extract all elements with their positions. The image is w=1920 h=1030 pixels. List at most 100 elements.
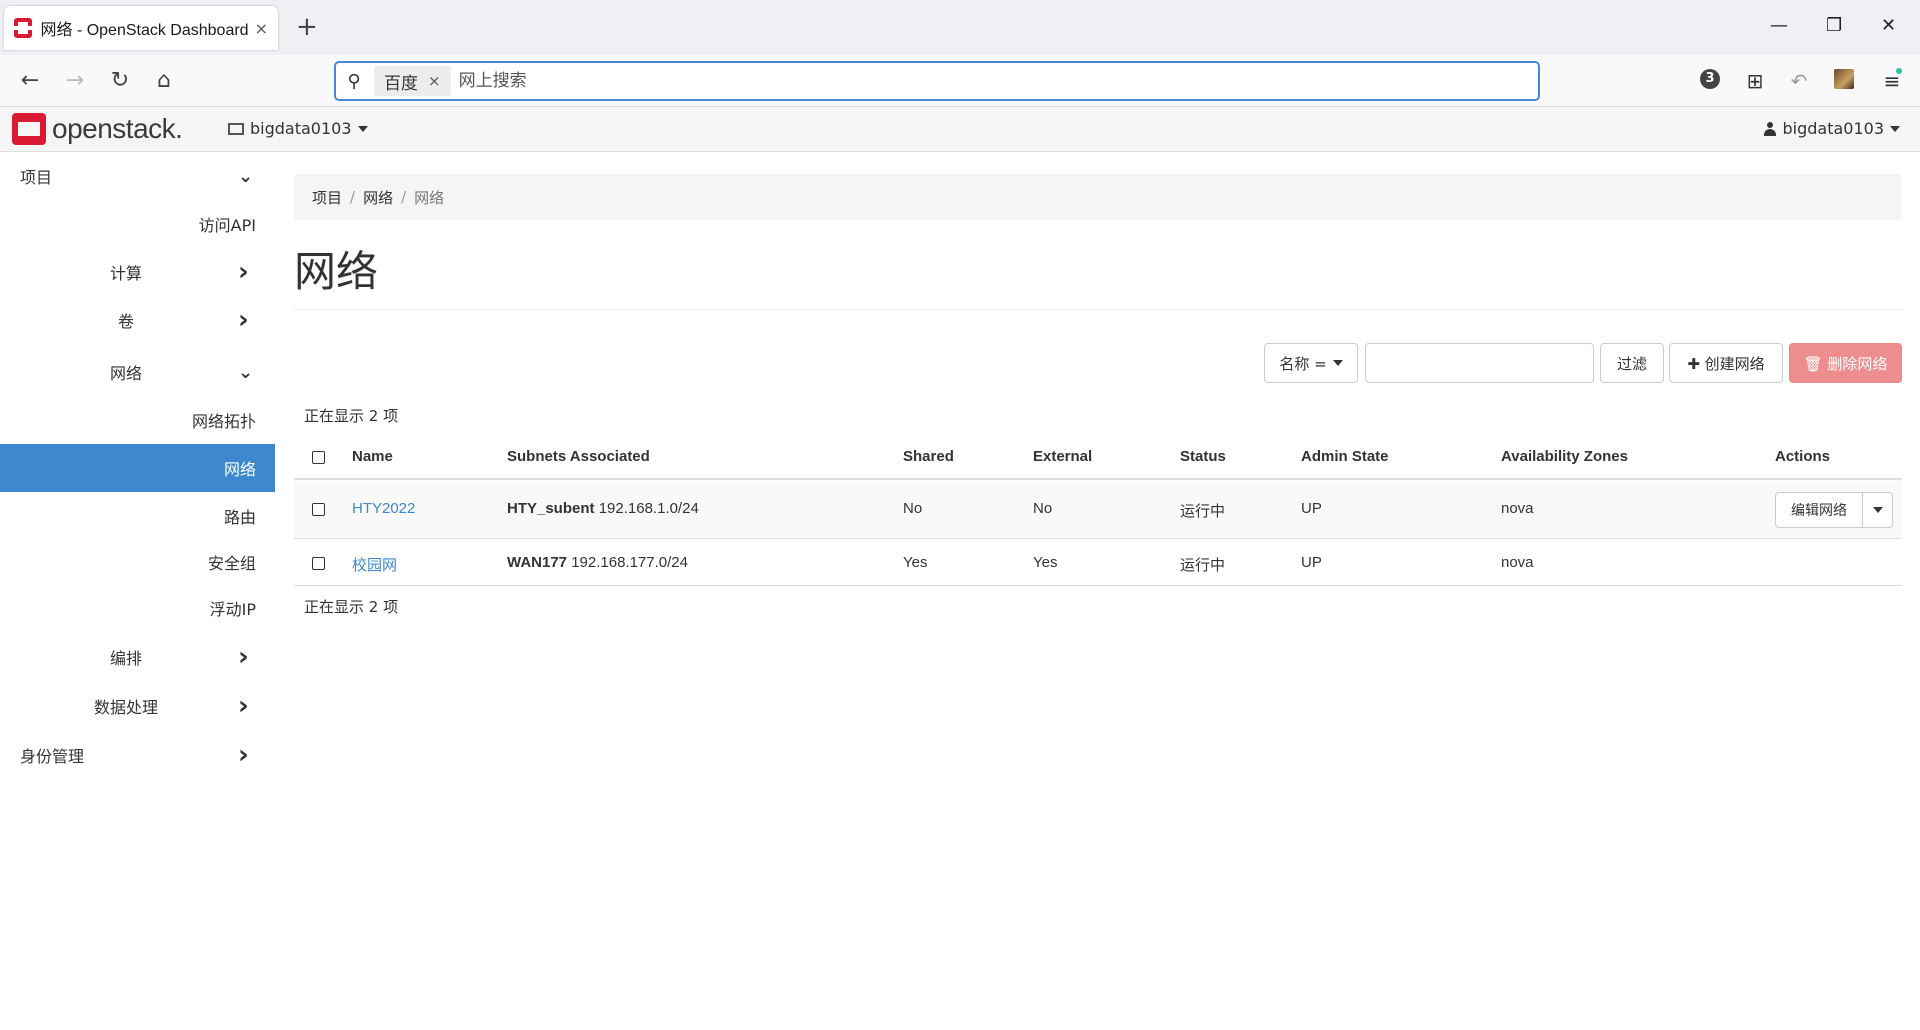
- item-count-bottom: 正在显示 2 项: [304, 598, 399, 616]
- browser-tab[interactable]: 网络 - OpenStack Dashboard ×: [4, 6, 278, 50]
- update-dot-icon: [1896, 68, 1902, 74]
- sidebar-item-label: 安全组: [207, 554, 256, 573]
- browser-tab-bar: 网络 - OpenStack Dashboard × + — ❐ ✕: [0, 0, 1920, 55]
- sidebar-item-access-api[interactable]: 访问API: [0, 200, 275, 248]
- sidebar-item-label: 编排: [110, 649, 143, 668]
- home-icon[interactable]: ⌂: [150, 67, 178, 95]
- filter-field-label: 名称 =: [1279, 354, 1327, 373]
- subnet-name: HTY_subent: [507, 500, 595, 517]
- chevron-right-icon: ›: [238, 257, 249, 287]
- back-icon[interactable]: ←: [16, 67, 44, 95]
- network-name-link[interactable]: 校园网: [352, 557, 397, 574]
- sidebar-item-network-topology[interactable]: 网络拓扑: [0, 396, 275, 444]
- subnet-cidr: 192.168.1.0/24: [598, 500, 699, 517]
- column-header-subnets[interactable]: Subnets Associated: [507, 448, 650, 465]
- breadcrumb-separator: /: [401, 188, 407, 206]
- column-header-name[interactable]: Name: [352, 448, 393, 465]
- sidebar-item-label: 数据处理: [94, 698, 159, 717]
- undo-icon[interactable]: ↶: [1785, 67, 1813, 95]
- caret-down-icon: [1872, 507, 1883, 513]
- chevron-right-icon: ›: [238, 740, 249, 770]
- project-name: bigdata0103: [250, 119, 352, 138]
- sidebar-item-networks[interactable]: 网络: [0, 444, 275, 492]
- search-icon: ⚲: [347, 70, 361, 92]
- tab-close-icon[interactable]: ×: [255, 19, 268, 38]
- search-engine-chip[interactable]: 百度 ×: [374, 66, 451, 96]
- sidebar-item-label: 浮动IP: [209, 600, 256, 619]
- search-engine-close-icon[interactable]: ×: [428, 72, 441, 90]
- project-dropdown[interactable]: bigdata0103: [228, 119, 368, 138]
- new-tab-icon[interactable]: +: [296, 12, 318, 42]
- shared-value: No: [903, 500, 923, 517]
- subnet-name: WAN177: [507, 554, 568, 571]
- restore-icon[interactable]: ❐: [1826, 14, 1842, 38]
- extension-badge-icon[interactable]: 3: [1700, 69, 1720, 89]
- reload-icon[interactable]: ↻: [106, 67, 134, 95]
- caret-down-icon: [1890, 125, 1900, 132]
- sidebar-item-label: 网络: [223, 460, 256, 479]
- sidebar-item-network-group[interactable]: 网络 ⌄: [0, 348, 275, 396]
- sidebar-item-project[interactable]: 项目 ⌄: [0, 152, 275, 200]
- row-actions: 编辑网络: [1775, 492, 1893, 528]
- project-icon: [228, 122, 244, 135]
- profile-avatar-icon[interactable]: [1834, 69, 1854, 89]
- sidebar-item-label: 网络拓扑: [191, 412, 256, 431]
- status-value: 运行中: [1180, 503, 1226, 520]
- column-header-status[interactable]: Status: [1180, 448, 1226, 465]
- openstack-logo[interactable]: openstack.: [12, 113, 183, 145]
- breadcrumb: 项目 / 网络 / 网络: [294, 174, 1902, 220]
- divider: [294, 309, 1902, 310]
- status-value: 运行中: [1180, 557, 1226, 574]
- column-header-shared[interactable]: Shared: [903, 448, 954, 465]
- network-name-link[interactable]: HTY2022: [352, 500, 415, 517]
- sidebar-item-label: 卷: [118, 312, 135, 331]
- crop-icon[interactable]: ⊞: [1741, 67, 1769, 95]
- column-header-availability-zones[interactable]: Availability Zones: [1501, 448, 1628, 465]
- caret-down-icon: [1332, 360, 1343, 366]
- sidebar-item-routers[interactable]: 路由: [0, 492, 275, 540]
- filter-button[interactable]: 过滤: [1600, 343, 1664, 383]
- user-icon: [1764, 121, 1777, 136]
- chevron-right-icon: ›: [238, 305, 249, 335]
- filter-input[interactable]: [1365, 343, 1594, 383]
- forward-icon[interactable]: →: [61, 67, 89, 95]
- availability-zone-value: nova: [1501, 554, 1534, 571]
- sidebar-item-compute[interactable]: 计算 ›: [0, 248, 275, 296]
- delete-networks-button[interactable]: 🗑 删除网络: [1789, 343, 1902, 383]
- select-all-checkbox[interactable]: [312, 451, 325, 464]
- edit-network-button[interactable]: 编辑网络: [1775, 492, 1863, 528]
- sidebar-item-label: 身份管理: [20, 747, 85, 766]
- sidebar-item-label: 项目: [20, 168, 53, 187]
- breadcrumb-separator: /: [350, 188, 356, 206]
- row-actions-dropdown[interactable]: [1863, 492, 1893, 528]
- breadcrumb-item-network[interactable]: 网络: [363, 187, 393, 208]
- sidebar-item-floating-ips[interactable]: 浮动IP: [0, 584, 275, 632]
- sidebar-item-security-groups[interactable]: 安全组: [0, 538, 275, 586]
- sidebar-item-label: 计算: [110, 264, 143, 283]
- row-checkbox[interactable]: [312, 557, 325, 570]
- minimize-icon[interactable]: —: [1770, 14, 1788, 38]
- search-input[interactable]: [458, 71, 1538, 91]
- sidebar-item-label: 网络: [110, 364, 143, 383]
- chevron-down-icon: ⌄: [238, 361, 254, 383]
- shared-value: Yes: [903, 554, 928, 571]
- breadcrumb-item-project[interactable]: 项目: [312, 187, 342, 208]
- filter-field-select[interactable]: 名称 =: [1264, 343, 1358, 383]
- sidebar-item-volumes[interactable]: 卷 ›: [0, 296, 275, 344]
- sidebar-item-identity[interactable]: 身份管理 ›: [0, 731, 275, 779]
- search-engine-label: 百度: [384, 73, 418, 94]
- column-header-admin-state[interactable]: Admin State: [1301, 448, 1389, 465]
- create-network-button[interactable]: ✚ 创建网络: [1669, 343, 1783, 383]
- column-header-external[interactable]: External: [1033, 448, 1092, 465]
- sidebar-item-orchestration[interactable]: 编排 ›: [0, 633, 275, 681]
- availability-zone-value: nova: [1501, 500, 1534, 517]
- openstack-favicon-icon: [12, 18, 35, 38]
- chevron-down-icon: ⌄: [238, 165, 254, 187]
- openstack-logo-icon: [12, 113, 46, 145]
- window-close-icon[interactable]: ✕: [1881, 14, 1896, 38]
- address-bar[interactable]: ⚲ 百度 ×: [334, 61, 1540, 101]
- row-checkbox[interactable]: [312, 503, 325, 516]
- sidebar-item-data-processing[interactable]: 数据处理 ›: [0, 682, 275, 730]
- user-dropdown[interactable]: bigdata0103: [1764, 119, 1900, 138]
- tab-title: 网络 - OpenStack Dashboard: [40, 22, 249, 39]
